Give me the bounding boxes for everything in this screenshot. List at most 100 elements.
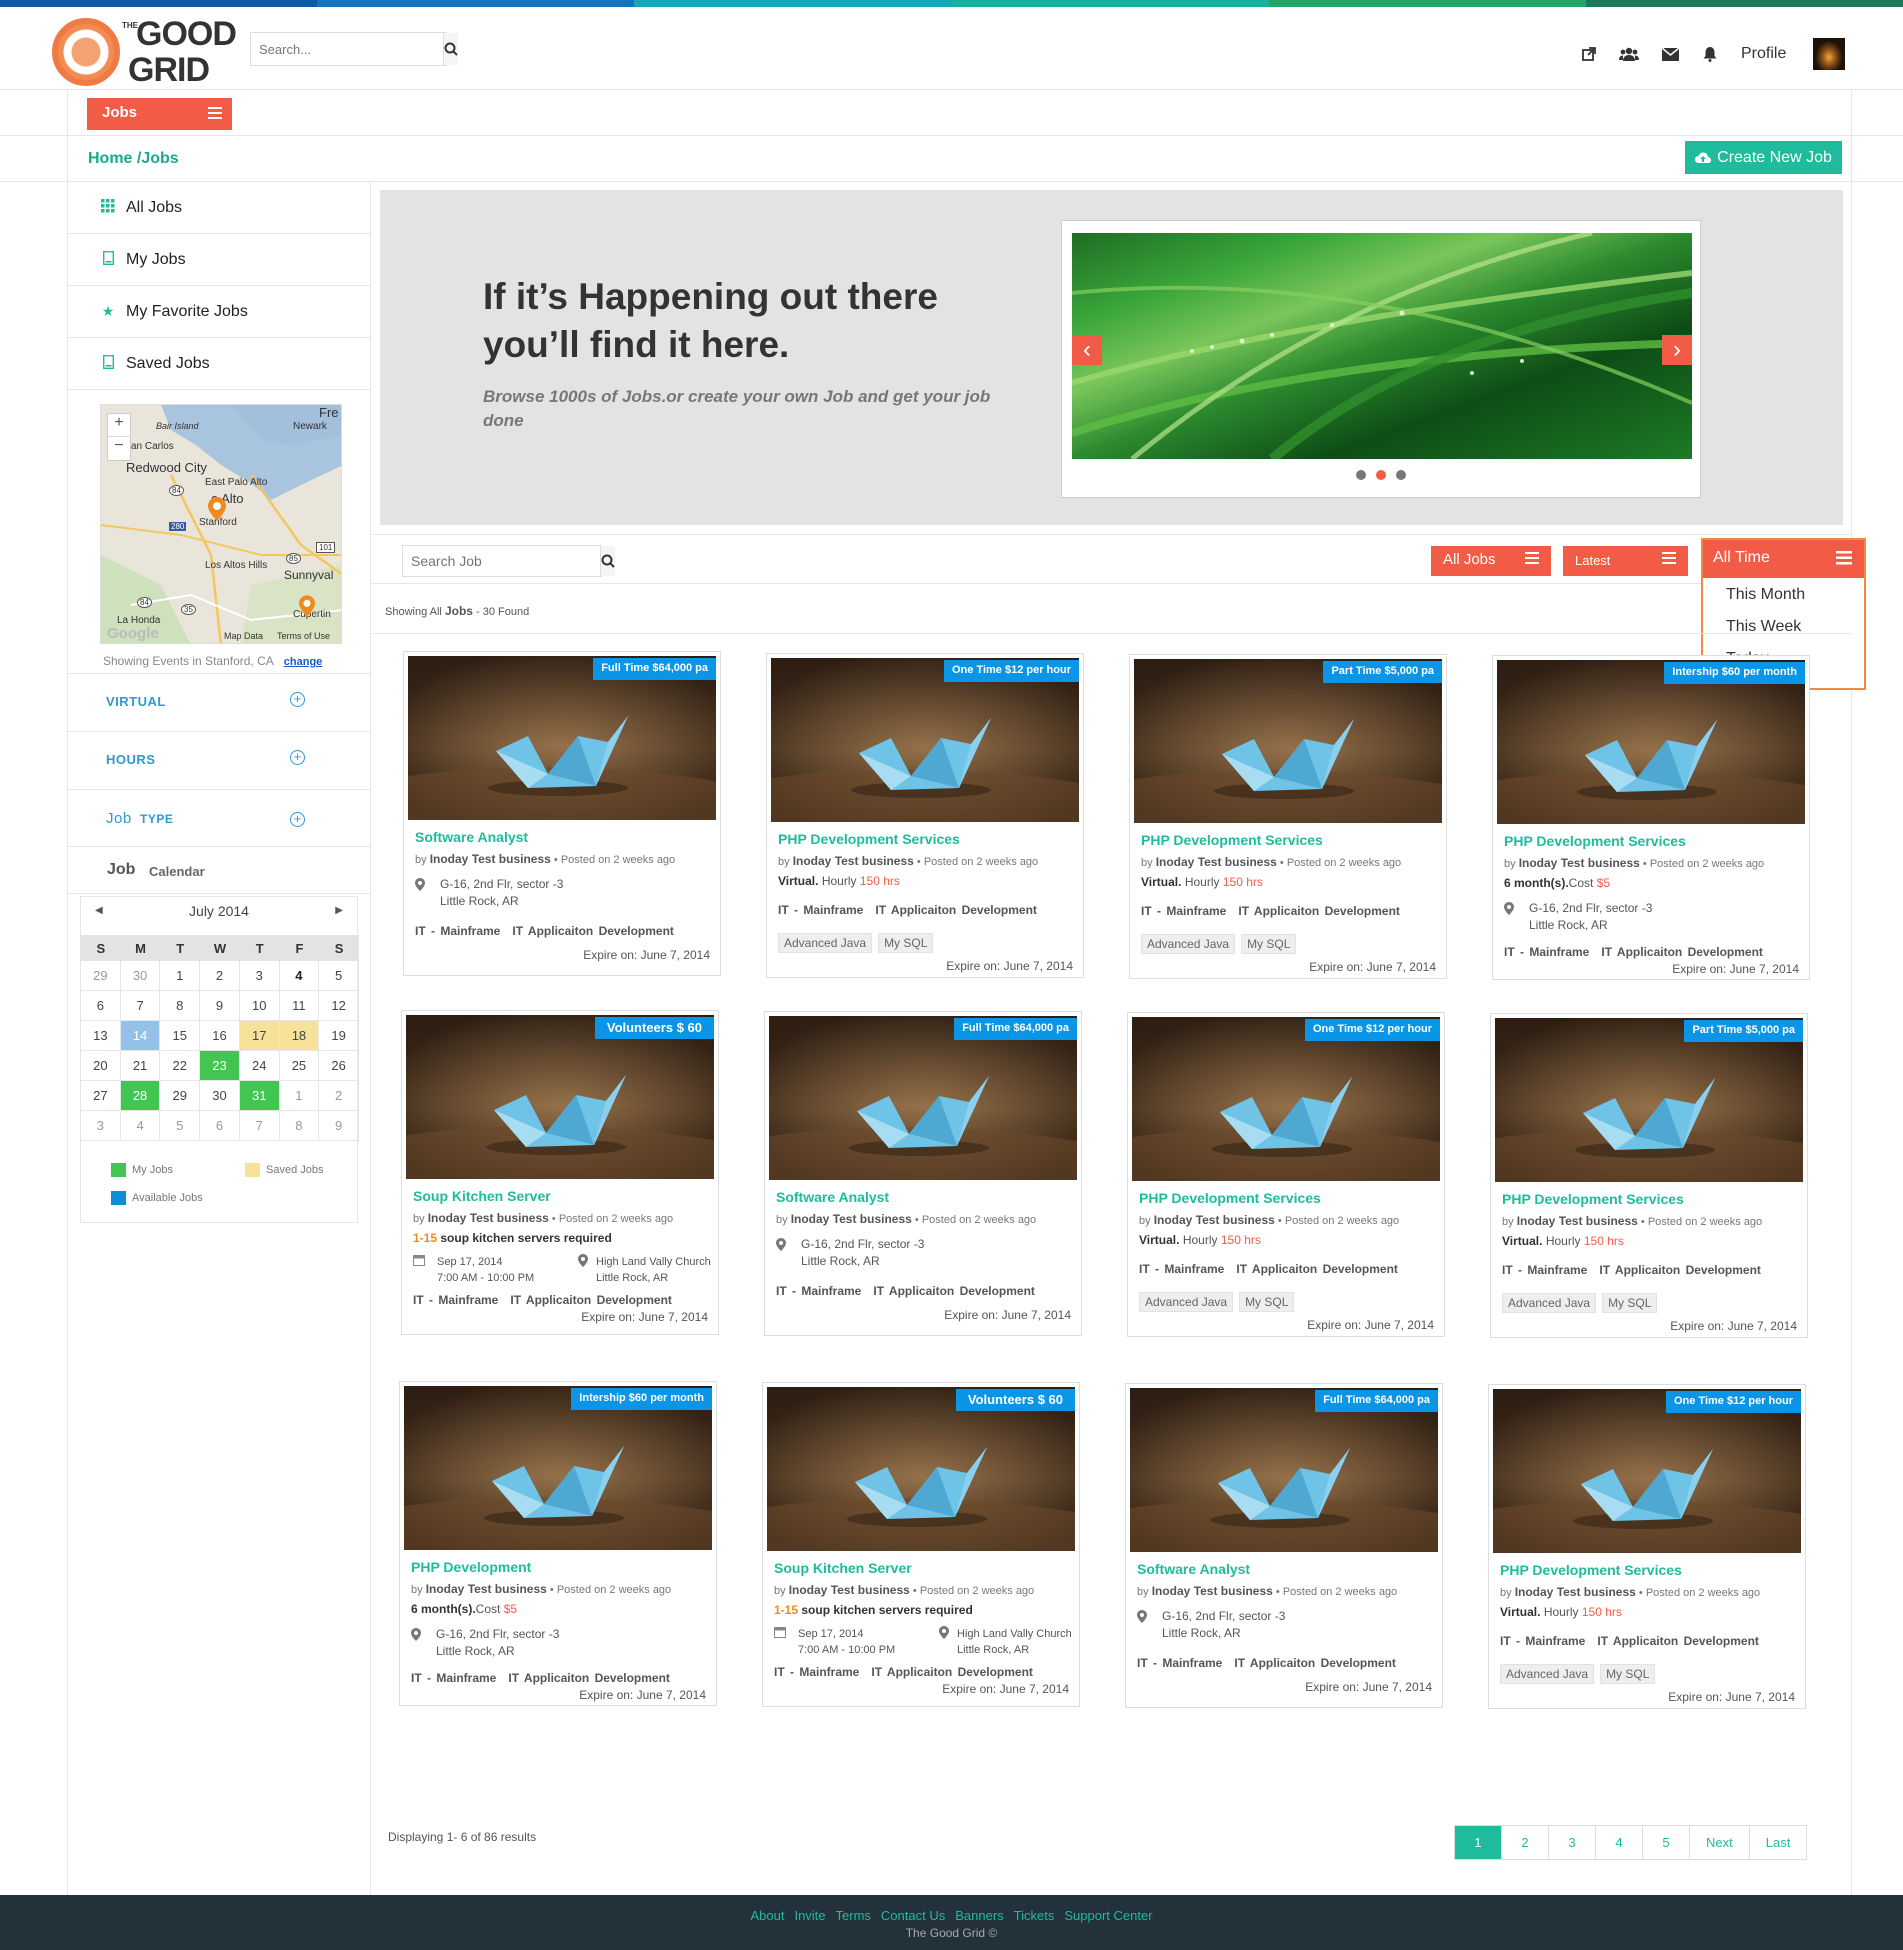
sidebar-item-saved-jobs[interactable]: Saved Jobs bbox=[68, 338, 370, 390]
calendar-day[interactable]: 3 bbox=[81, 1111, 121, 1141]
job-search-input[interactable] bbox=[403, 546, 600, 576]
calendar-day[interactable]: 29 bbox=[160, 1081, 201, 1111]
category-tag[interactable]: IT - Mainframe bbox=[1137, 1656, 1222, 1670]
calendar-day[interactable]: 5 bbox=[160, 1111, 201, 1141]
pagination-item[interactable]: 3 bbox=[1549, 1826, 1596, 1859]
calendar-day[interactable]: 31 bbox=[239, 1081, 280, 1111]
bell-icon[interactable] bbox=[1700, 45, 1720, 63]
company-name[interactable]: Inoday Test business bbox=[430, 852, 551, 866]
calendar-day[interactable]: 1 bbox=[279, 1081, 320, 1111]
company-name[interactable]: Inoday Test business bbox=[1519, 856, 1640, 870]
calendar-day[interactable]: 13 bbox=[81, 1021, 121, 1051]
category-tag[interactable]: IT - Mainframe bbox=[1502, 1263, 1587, 1277]
pagination-item[interactable]: 1 bbox=[1455, 1826, 1502, 1859]
category-tag[interactable]: IT Applicaiton Development bbox=[871, 1665, 1033, 1679]
category-tag[interactable]: IT Applicaiton Development bbox=[1601, 945, 1763, 959]
calendar-day[interactable]: 30 bbox=[200, 1081, 240, 1111]
logo[interactable]: THE GOOD GRID bbox=[52, 15, 237, 89]
skill-tag[interactable]: My SQL bbox=[1600, 1664, 1656, 1684]
skill-tag[interactable]: Advanced Java bbox=[1502, 1293, 1597, 1313]
job-card[interactable]: One Time $12 per hour PHP Development Ser… bbox=[1127, 1012, 1445, 1337]
category-tag[interactable]: IT Applicaiton Development bbox=[875, 903, 1037, 917]
pagination-item[interactable]: 5 bbox=[1643, 1826, 1690, 1859]
category-tag[interactable]: IT - Mainframe bbox=[413, 1293, 498, 1307]
jobs-menu-button[interactable]: Jobs bbox=[87, 98, 232, 130]
sidebar-item-all-jobs[interactable]: All Jobs bbox=[68, 182, 370, 234]
calendar-day[interactable]: 23 bbox=[200, 1051, 240, 1081]
calendar-day[interactable]: 2 bbox=[319, 1081, 359, 1111]
calendar-day[interactable]: 8 bbox=[279, 1111, 320, 1141]
category-tag[interactable]: IT - Mainframe bbox=[411, 1671, 496, 1685]
company-name[interactable]: Inoday Test business bbox=[793, 854, 914, 868]
calendar-day[interactable]: 7 bbox=[239, 1111, 280, 1141]
category-tag[interactable]: IT Applicaiton Development bbox=[1599, 1263, 1761, 1277]
category-tag[interactable]: IT Applicaiton Development bbox=[873, 1284, 1035, 1298]
job-title[interactable]: Software Analyst bbox=[1137, 1561, 1250, 1577]
calendar-day[interactable]: 2 bbox=[200, 961, 240, 991]
category-tag[interactable]: IT Applicaiton Development bbox=[1236, 1262, 1398, 1276]
calendar-day[interactable]: 7 bbox=[120, 991, 161, 1021]
job-title[interactable]: Software Analyst bbox=[415, 829, 528, 845]
filter-job-type[interactable]: Job TYPE + bbox=[68, 789, 370, 847]
plus-circle-icon[interactable]: + bbox=[290, 750, 305, 765]
category-tag[interactable]: IT Applicaiton Development bbox=[1234, 1656, 1396, 1670]
calendar-day[interactable]: 9 bbox=[200, 991, 240, 1021]
category-tag[interactable]: IT - Mainframe bbox=[778, 903, 863, 917]
calendar-day[interactable]: 30 bbox=[120, 961, 161, 991]
avatar[interactable] bbox=[1813, 38, 1845, 70]
calendar-day[interactable]: 14 bbox=[120, 1021, 161, 1051]
skill-tag[interactable]: My SQL bbox=[1239, 1292, 1295, 1312]
category-tag[interactable]: IT Applicaiton Development bbox=[1238, 904, 1400, 918]
footer-link[interactable]: Invite bbox=[794, 1908, 825, 1923]
company-name[interactable]: Inoday Test business bbox=[426, 1582, 547, 1596]
map-change-link[interactable]: change bbox=[284, 656, 323, 668]
company-name[interactable]: Inoday Test business bbox=[789, 1583, 910, 1597]
company-name[interactable]: Inoday Test business bbox=[428, 1211, 549, 1225]
calendar-day[interactable]: 12 bbox=[319, 991, 359, 1021]
map-pin-icon[interactable] bbox=[208, 497, 226, 521]
calendar-day[interactable]: 4 bbox=[279, 961, 320, 991]
job-title[interactable]: PHP Development Services bbox=[1139, 1190, 1321, 1206]
category-tag[interactable]: IT - Mainframe bbox=[1504, 945, 1589, 959]
category-tag[interactable]: IT - Mainframe bbox=[1500, 1634, 1585, 1648]
job-card[interactable]: One Time $12 per hour PHP Development Ser… bbox=[1488, 1384, 1806, 1709]
slider-dot[interactable] bbox=[1396, 470, 1406, 480]
time-range-selected[interactable]: All Time bbox=[1703, 540, 1864, 578]
calendar-day[interactable]: 10 bbox=[239, 991, 280, 1021]
pagination-item[interactable]: 4 bbox=[1596, 1826, 1643, 1859]
calendar-day[interactable]: 22 bbox=[160, 1051, 201, 1081]
company-name[interactable]: Inoday Test business bbox=[1152, 1584, 1273, 1598]
company-name[interactable]: Inoday Test business bbox=[1515, 1585, 1636, 1599]
calendar-day[interactable]: 25 bbox=[279, 1051, 320, 1081]
job-title[interactable]: PHP Development Services bbox=[1504, 833, 1686, 849]
footer-link[interactable]: Tickets bbox=[1014, 1908, 1055, 1923]
calendar-day[interactable]: 18 bbox=[279, 1021, 320, 1051]
envelope-icon[interactable] bbox=[1660, 45, 1680, 63]
pagination-item[interactable]: Last bbox=[1750, 1826, 1807, 1859]
company-name[interactable]: Inoday Test business bbox=[1156, 855, 1277, 869]
job-title[interactable]: PHP Development Services bbox=[1141, 832, 1323, 848]
users-icon[interactable] bbox=[1619, 45, 1639, 63]
calendar-day[interactable]: 17 bbox=[239, 1021, 280, 1051]
job-title[interactable]: PHP Development bbox=[411, 1559, 531, 1575]
skill-tag[interactable]: My SQL bbox=[1241, 934, 1297, 954]
calendar-day[interactable]: 27 bbox=[81, 1081, 121, 1111]
job-card[interactable]: Part Time $5,000 pa PHP Development Servi… bbox=[1490, 1013, 1808, 1338]
slider-dot[interactable] bbox=[1356, 470, 1366, 480]
skill-tag[interactable]: Advanced Java bbox=[1500, 1664, 1595, 1684]
plus-circle-icon[interactable]: + bbox=[290, 812, 305, 827]
category-tag[interactable]: IT - Mainframe bbox=[1139, 1262, 1224, 1276]
job-title[interactable]: Soup Kitchen Server bbox=[413, 1188, 551, 1204]
category-tag[interactable]: IT Applicaiton Development bbox=[508, 1671, 670, 1685]
category-tag[interactable]: IT Applicaiton Development bbox=[512, 924, 674, 938]
latest-dropdown[interactable]: Latest bbox=[1563, 546, 1688, 576]
calendar-day[interactable]: 16 bbox=[200, 1021, 240, 1051]
job-title[interactable]: Software Analyst bbox=[776, 1189, 889, 1205]
job-card[interactable]: Intership $60 per month PHP Development S… bbox=[1492, 655, 1810, 980]
category-tag[interactable]: IT - Mainframe bbox=[415, 924, 500, 938]
slider-dot[interactable] bbox=[1376, 470, 1386, 480]
skill-tag[interactable]: Advanced Java bbox=[778, 933, 873, 953]
calendar-day[interactable]: 8 bbox=[160, 991, 201, 1021]
calendar-day[interactable]: 11 bbox=[279, 991, 320, 1021]
filter-virtual[interactable]: VIRTUAL + bbox=[68, 673, 370, 731]
